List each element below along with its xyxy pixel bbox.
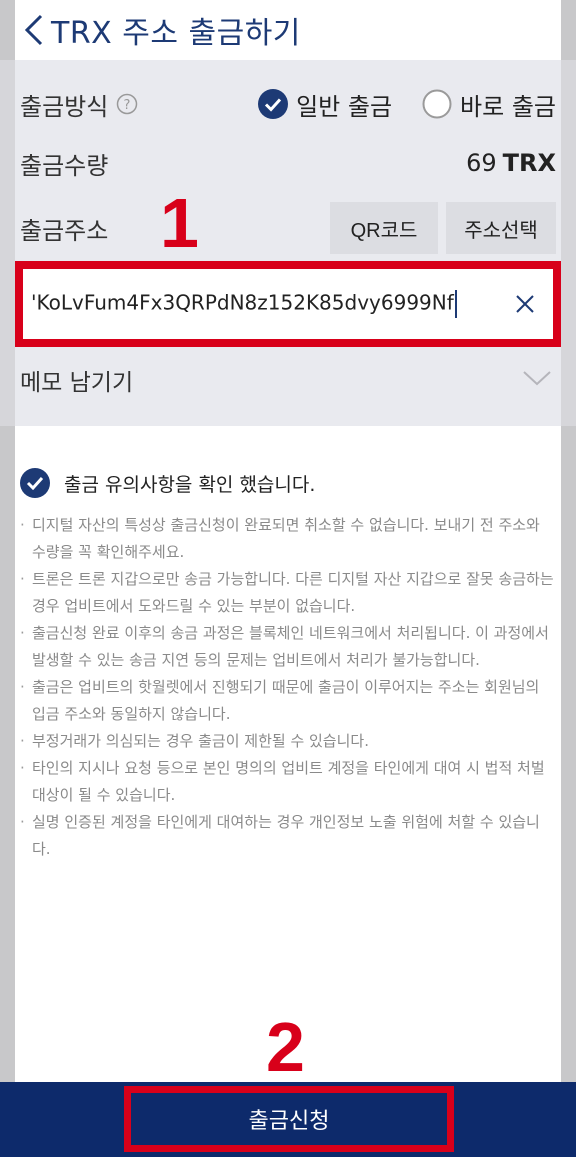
address-input[interactable]: 'KoLvFum4Fx3QRPdN8z152K85dvy6999Nf [31,290,507,318]
qr-code-button[interactable]: QR코드 [330,202,438,254]
notice-list: 디지털 자산의 특성상 출금신청이 완료되면 취소할 수 없습니다. 보내기 전… [20,512,556,863]
amount-row: 출금수량 69 TRX [20,142,556,184]
address-label: 출금주소 [20,216,109,245]
radio-instant-withdraw[interactable]: 바로 출금 [422,87,556,122]
radio-normal-withdraw[interactable]: 일반 출금 [258,87,392,122]
check-icon[interactable] [20,468,50,498]
memo-label: 메모 남기기 [20,370,134,396]
notice-item: 트론은 트론 지갑으로만 송금 가능합니다. 다른 디지털 자산 지갑으로 잘못… [20,566,556,620]
confirm-label: 출금 유의사항을 확인 했습니다. [64,473,316,496]
check-icon [258,89,289,119]
amount-value-group: 69 TRX [466,149,556,177]
notice-item: 실명 인증된 계정을 타인에게 대여하는 경우 개인정보 노출 위험에 처할 수… [20,809,556,863]
svg-text:?: ? [124,98,131,113]
radio-instant-label: 바로 출금 [460,92,556,121]
amount-label: 출금수량 [20,151,109,180]
amount-unit: TRX [502,149,556,177]
notice-item: 타인의 지시나 요청 등으로 본인 명의의 업비트 계정을 타인에게 대여 시 … [20,755,556,809]
amount-value: 69 [466,149,497,177]
notice-item: 출금신청 완료 이후의 송금 과정은 블록체인 네트워크에서 처리됩니다. 이 … [20,620,556,674]
chevron-left-icon[interactable] [19,10,49,50]
chevron-down-icon[interactable] [522,369,552,391]
notice-item: 출금은 업비트의 핫월렛에서 진행되기 때문에 출금이 이루어지는 주소는 회원… [20,674,556,728]
address-value: 'KoLvFum4Fx3QRPdN8z152K85dvy6999Nf [31,290,454,315]
withdraw-page: TRX 주소 출금하기 출금방식 ? 일반 출금 바로 출금 출금수량 69 T… [0,0,576,1157]
radio-normal-label: 일반 출금 [296,92,393,121]
submit-highlight: 출금신청 [124,1086,454,1152]
address-button-group: QR코드 주소선택 [330,202,556,254]
annotation-marker-1: 1 [160,184,199,262]
method-label: 출금방식 [20,92,109,121]
page-title: TRX 주소 출금하기 [51,16,301,51]
method-row: 출금방식 ? 일반 출금 바로 출금 [20,82,556,126]
address-select-button[interactable]: 주소선택 [446,202,556,254]
method-radio-group: 일반 출금 바로 출금 [228,87,556,122]
address-row: 출금주소 QR코드 주소선택 [20,202,556,254]
submit-withdraw-button[interactable]: 출금신청 [249,1103,330,1135]
notice-item: 부정거래가 의심되는 경우 출금이 제한될 수 있습니다. [20,728,556,755]
close-icon[interactable] [507,286,543,322]
question-circle-icon[interactable]: ? [116,93,138,115]
header: TRX 주소 출금하기 [15,0,561,60]
text-caret [454,290,457,318]
address-input-highlight: 'KoLvFum4Fx3QRPdN8z152K85dvy6999Nf [15,261,561,347]
confirm-checkbox-row[interactable]: 출금 유의사항을 확인 했습니다. [20,468,315,498]
notice-item: 디지털 자산의 특성상 출금신청이 완료되면 취소할 수 없습니다. 보내기 전… [20,512,556,566]
annotation-marker-2: 2 [266,1008,305,1086]
radio-empty-icon [422,89,452,119]
memo-row[interactable]: 메모 남기기 [20,360,556,400]
